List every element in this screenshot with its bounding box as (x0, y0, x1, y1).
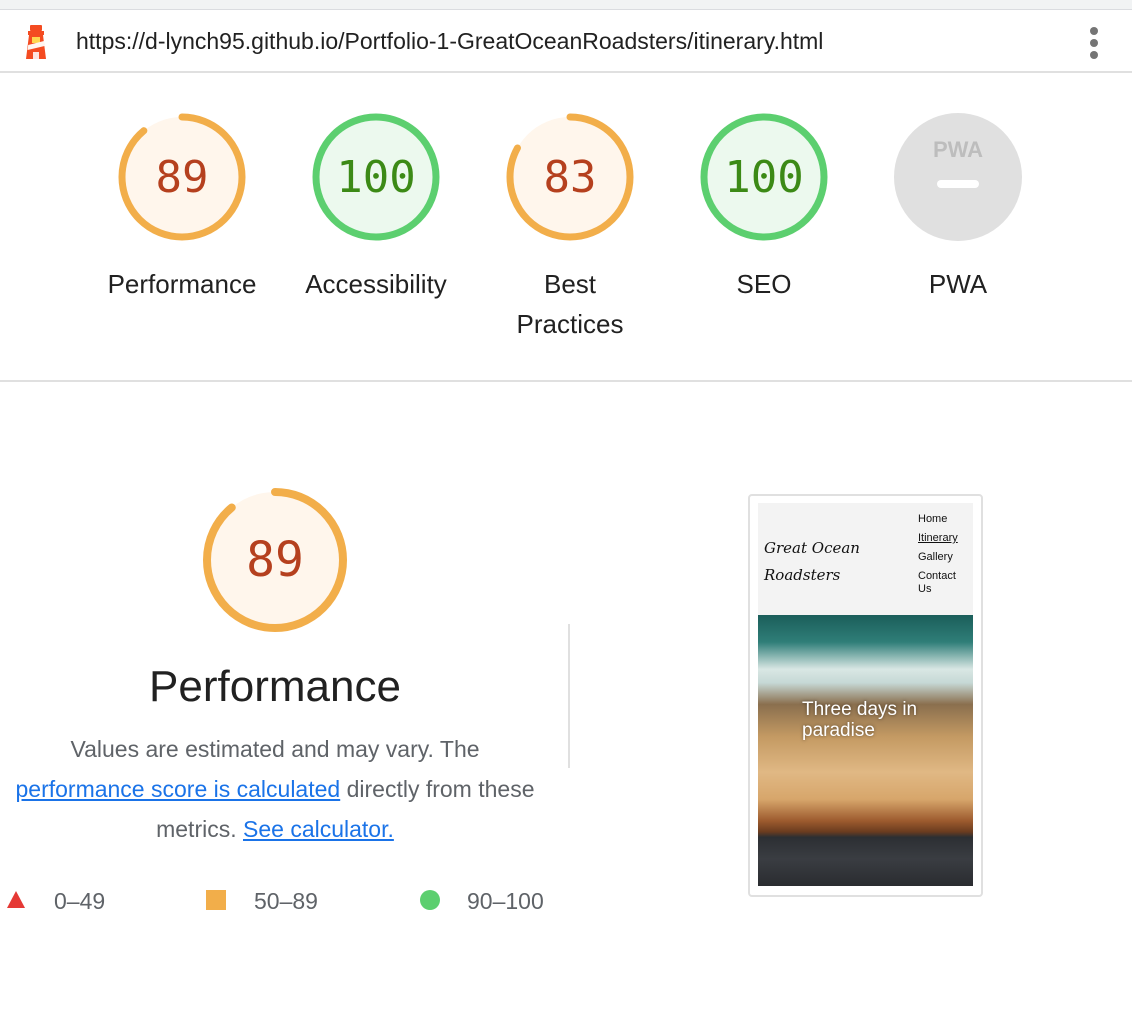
gauge-score: 100 (724, 152, 803, 203)
performance-description: Values are estimated and may vary. The p… (10, 729, 540, 849)
pwa-badge-icon: PWA (894, 113, 1022, 241)
performance-gauge-ring: 89 (118, 113, 246, 241)
big-gauge-score: 89 (246, 532, 304, 588)
gauge-performance[interactable]: 89 Performance (87, 112, 277, 304)
brand-line-1: Great Ocean (764, 539, 860, 557)
report-url: https://d-lynch95.github.io/Portfolio-1-… (76, 28, 824, 54)
gauge-label: Best Practices (516, 269, 624, 339)
category-gauges: 89 Performance 100 Accessibility 83 Best… (0, 74, 1132, 382)
gauge-label: Accessibility (305, 269, 447, 299)
performance-title: Performance (149, 662, 401, 711)
screenshot-page: Great Ocean Roadsters Home Itinerary Gal… (758, 503, 973, 886)
orange-square-icon (206, 890, 226, 910)
seo-gauge-ring: 100 (700, 113, 828, 241)
kebab-menu-icon[interactable] (1082, 25, 1106, 61)
score-legend: 0–49 50–89 90–100 (0, 884, 560, 918)
nav-itinerary: Itinerary (918, 532, 958, 544)
browser-top-strip (0, 0, 1132, 10)
final-screenshot-thumbnail[interactable]: Great Ocean Roadsters Home Itinerary Gal… (748, 494, 983, 897)
gauge-label: Performance (107, 269, 257, 299)
gauge-label: PWA (928, 269, 988, 299)
gauge-score: 83 (544, 152, 597, 203)
gauge-seo[interactable]: 100 SEO (669, 112, 859, 304)
lighthouse-icon (26, 25, 46, 59)
hero-beach-image (758, 615, 973, 886)
green-circle-icon (420, 890, 440, 910)
legend-average-range: 50–89 (254, 888, 318, 914)
red-triangle-icon (7, 891, 25, 908)
nav-home: Home (918, 513, 948, 525)
desc-prefix: Values are estimated and may vary. The (70, 736, 480, 762)
gauge-best-practices[interactable]: 83 Best Practices (475, 112, 665, 344)
performance-big-gauge: 89 (203, 488, 347, 632)
report-url-bar: https://d-lynch95.github.io/Portfolio-1-… (0, 11, 1132, 73)
score-calculated-link[interactable]: performance score is calculated (15, 776, 340, 802)
gauge-score: 100 (336, 152, 415, 203)
performance-section: 89 Performance Values are estimated and … (0, 384, 1132, 1024)
site-brand: Great Ocean Roadsters (764, 535, 860, 589)
best-practices-gauge-ring: 83 (506, 113, 634, 241)
vertical-divider (568, 624, 570, 768)
nav-contact: Contact Us (918, 570, 956, 595)
gauge-accessibility[interactable]: 100 Accessibility (281, 112, 471, 304)
site-nav: Home Itinerary Gallery Contact Us (918, 513, 972, 602)
see-calculator-link[interactable]: See calculator. (243, 816, 394, 842)
hero-text: Three days in paradise (802, 699, 918, 741)
gauge-score: 89 (156, 152, 209, 203)
pwa-badge-text: PWA (933, 137, 983, 162)
gauge-label: SEO (736, 269, 792, 299)
legend-fail-range: 0–49 (54, 888, 106, 914)
accessibility-gauge-ring: 100 (312, 113, 440, 241)
brand-line-2: Roadsters (764, 566, 841, 584)
legend-pass-range: 90–100 (467, 888, 544, 914)
nav-gallery: Gallery (918, 551, 953, 563)
gauge-pwa[interactable]: PWA PWA (863, 112, 1053, 304)
